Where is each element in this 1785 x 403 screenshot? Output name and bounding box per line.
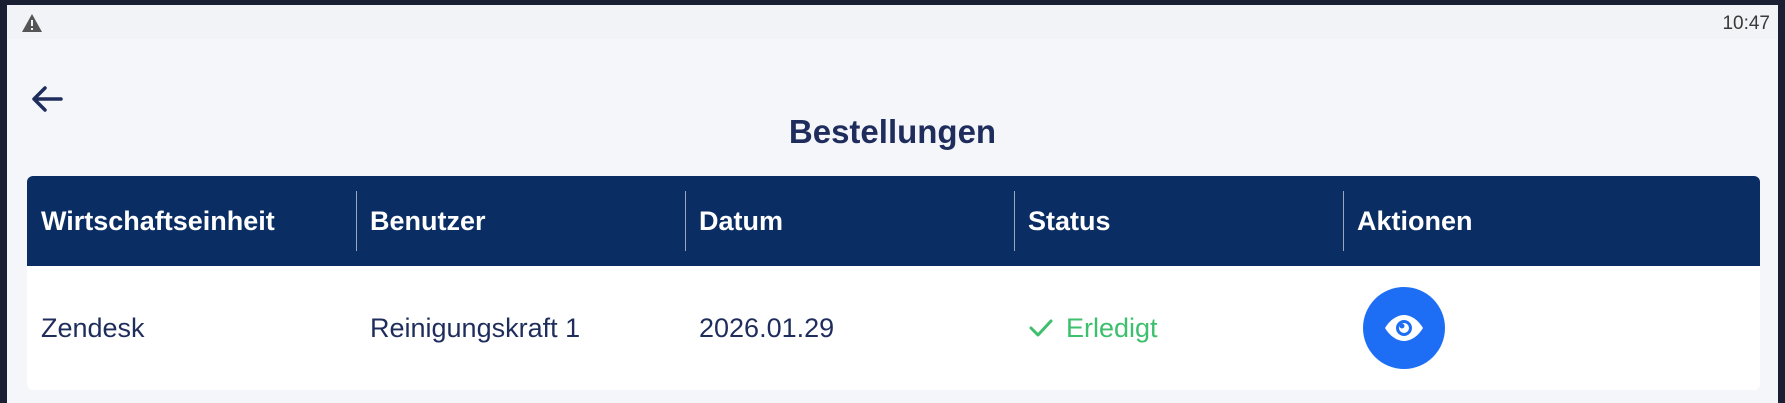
cell-wirtschaftseinheit: Zendesk [41,312,145,343]
page-title: Bestellungen [788,113,997,150]
check-icon [1028,317,1054,339]
clock: 10:47 [1722,13,1770,34]
table-header: Wirtschaftseinheit Benutzer Datum Status… [27,176,1760,266]
column-header-status: Status [1014,176,1343,266]
column-header-aktionen: Aktionen [1343,176,1760,266]
status-badge: Erledigt [1066,312,1158,343]
table-row: Zendesk Reinigungskraft 1 2026.01.29 Erl… [27,266,1760,390]
orders-table: Wirtschaftseinheit Benutzer Datum Status… [27,176,1760,390]
warning-icon [22,14,42,32]
view-order-button[interactable] [1363,287,1445,369]
cell-benutzer: Reinigungskraft 1 [370,312,581,343]
cell-status: Erledigt [1014,266,1343,390]
column-header-wirtschaftseinheit: Wirtschaftseinheit [41,205,275,236]
column-header-datum: Datum [685,176,1014,266]
column-header-benutzer: Benutzer [356,176,685,266]
cell-datum: 2026.01.29 [699,312,835,343]
cell-aktionen [1343,266,1760,390]
app-window: 10:47 Bestellungen Wirtschaftseinheit Be… [7,5,1778,403]
arrow-left-icon [32,86,63,112]
status-bar: 10:47 [7,5,1778,39]
eye-icon [1385,315,1423,341]
